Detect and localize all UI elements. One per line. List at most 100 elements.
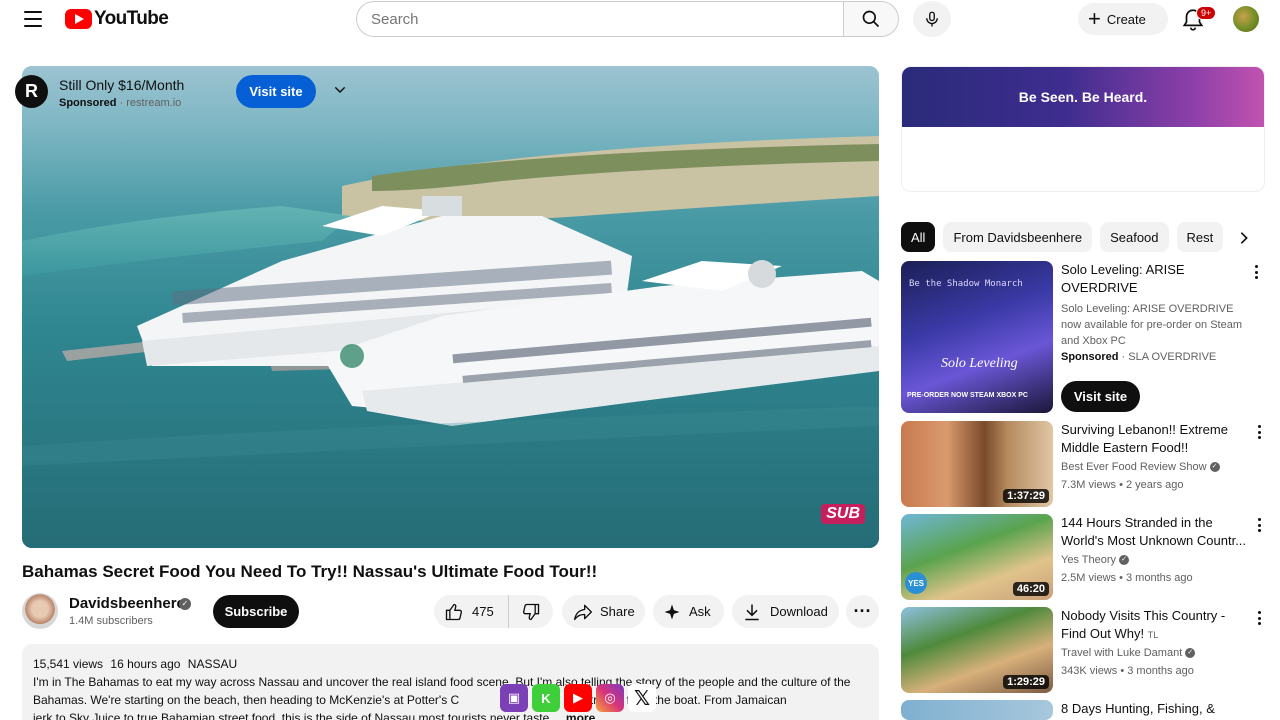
ad-banner[interactable]: Be Seen. Be Heard. [902, 67, 1264, 127]
solo-leveling-logo: Solo Leveling [941, 356, 1018, 371]
video-frame [22, 66, 879, 548]
top-bar: YouTube + Create 9+ [0, 0, 1280, 40]
mic-icon [926, 11, 938, 27]
chip-from-channel[interactable]: From Davidsbeenhere [943, 222, 1093, 252]
rec-stats: 2.5M views • 3 months ago [1061, 572, 1193, 584]
search-input[interactable] [356, 1, 844, 37]
ad-logo[interactable]: R [15, 75, 48, 108]
ask-button[interactable]: Ask [653, 595, 724, 628]
dislike-button[interactable] [509, 595, 553, 628]
sparkle-icon [664, 604, 680, 619]
view-count: 15,541 views [33, 657, 104, 671]
share-button[interactable]: Share [562, 595, 645, 628]
video-duration: 1:37:29 [1003, 489, 1049, 503]
kick-icon: K [532, 684, 560, 712]
channel-name: Best Ever Food Review Show [1061, 461, 1207, 473]
location-tag[interactable]: NASSAU [188, 657, 237, 671]
more-vert-icon[interactable] [1254, 609, 1264, 627]
rec-channel[interactable]: Travel with Luke Damant ✓ [1061, 644, 1247, 662]
channel-name[interactable]: Davidsbeenhere [69, 595, 185, 612]
ad-subtitle: Sponsored · restream.io [59, 97, 182, 109]
video-thumbnail[interactable]: 1:37:29 [901, 421, 1053, 507]
chips-next-button[interactable] [1232, 226, 1256, 250]
video-list-item: 1:37:29 Surviving Lebanon!! Extreme Midd… [901, 421, 1265, 507]
upload-age: 2 years ago [1126, 479, 1184, 491]
description-box[interactable]: 15,541 views 16 hours ago NASSAU I'm in … [22, 644, 879, 720]
ad-title[interactable]: Still Only $16/Month [59, 77, 184, 93]
verified-icon: ✓ [1209, 462, 1220, 473]
ad-visit-site-button[interactable]: Visit site [236, 75, 316, 108]
twitch-icon: ▣ [500, 684, 528, 712]
download-button[interactable]: Download [732, 595, 839, 628]
description-text: I'm in The Bahamas to eat my way across … [33, 673, 868, 720]
view-count: 343K views [1061, 665, 1118, 677]
like-button[interactable]: 475 [434, 595, 509, 628]
rec-sponsor-line: Sponsored · SLA OVERDRIVE [1061, 351, 1217, 363]
upload-age: 3 months ago [1127, 665, 1194, 677]
chip-all[interactable]: All [901, 222, 936, 252]
chevron-down-icon[interactable] [332, 82, 348, 98]
rec-stats: 7.3M views • 2 years ago [1061, 479, 1184, 491]
subscribe-watermark[interactable]: SUB [821, 504, 865, 524]
chevron-right-icon [1240, 232, 1248, 244]
share-icon [574, 604, 592, 620]
plus-icon: + [1088, 6, 1101, 31]
show-more-link[interactable]: ...more [556, 711, 595, 720]
channel-name: Yes Theory [1061, 554, 1117, 566]
search-button[interactable] [843, 1, 899, 37]
video-list-item: 8 Days Hunting, Fishing, & [901, 700, 1265, 720]
more-vert-icon[interactable] [1254, 516, 1264, 534]
rec-channel[interactable]: Best Ever Food Review Show ✓ [1061, 458, 1247, 476]
sponsored-label: Sponsored [59, 97, 117, 109]
account-avatar[interactable] [1233, 6, 1259, 32]
view-count: 2.5M views [1061, 572, 1117, 584]
like-dislike-group: 475 [434, 595, 553, 628]
notification-badge: 9+ [1196, 6, 1217, 20]
thumbs-down-icon [522, 603, 540, 620]
search-icon [862, 10, 880, 28]
description-meta: 15,541 views 16 hours ago NASSAU [33, 655, 868, 673]
upload-age: 16 hours ago [110, 657, 181, 671]
channel-name: Travel with Luke Damant [1061, 647, 1183, 659]
sponsored-thumbnail[interactable]: Be the Shadow Monarch Solo Leveling PRE-… [901, 261, 1053, 413]
video-thumbnail[interactable] [901, 700, 1053, 720]
rec-title[interactable]: 144 Hours Stranded in the World's Most U… [1061, 514, 1247, 550]
create-label: Create [1106, 11, 1146, 27]
more-vert-icon[interactable] [1254, 423, 1264, 441]
thumb-caption: Be the Shadow Monarch [909, 279, 1023, 289]
rec-stats: 343K views • 3 months ago [1061, 665, 1194, 677]
more-vert-icon[interactable] [1251, 263, 1261, 281]
rec-description: Solo Leveling: ARISE OVERDRIVE now avail… [1061, 303, 1242, 347]
logo-text: YouTube [94, 8, 169, 29]
subscriber-count: 1.4M subscribers [69, 615, 153, 627]
video-thumbnail[interactable]: 1:29:29 [901, 607, 1053, 693]
x-icon: 𝕏 [628, 684, 656, 712]
subscribe-button[interactable]: Subscribe [213, 595, 299, 628]
voice-search-button[interactable] [913, 1, 951, 37]
rec-channel[interactable]: Yes Theory ✓ [1061, 551, 1247, 569]
rec-title-text: Nobody Visits This Country - Find Out Wh… [1061, 608, 1226, 641]
rec-title[interactable]: Solo Leveling: ARISE OVERDRIVE [1061, 261, 1247, 297]
menu-icon[interactable] [22, 9, 44, 29]
instagram-icon: ◎ [596, 684, 624, 712]
video-duration: 1:29:29 [1003, 675, 1049, 689]
more-actions-button[interactable]: ··· [846, 595, 879, 628]
video-player[interactable]: SUB [22, 66, 879, 548]
channel-avatar[interactable] [22, 593, 58, 629]
more-horizontal-icon: ··· [853, 601, 872, 621]
sponsored-ad-card: Be Seen. Be Heard. [901, 66, 1265, 192]
sponsored-video-item: Be the Shadow Monarch Solo Leveling PRE-… [901, 261, 1265, 413]
rec-title[interactable]: 8 Days Hunting, Fishing, & [1061, 700, 1247, 718]
rec-title[interactable]: Surviving Lebanon!! Extreme Middle Easte… [1061, 421, 1247, 457]
chip-rest[interactable]: Rest [1176, 222, 1224, 252]
rec-visit-site-button[interactable]: Visit site [1061, 381, 1140, 412]
create-button[interactable]: + Create [1078, 3, 1168, 35]
rec-title[interactable]: Nobody Visits This Country - Find Out Wh… [1061, 607, 1247, 643]
ad-domain: restream.io [126, 97, 182, 109]
like-count: 475 [472, 604, 494, 619]
video-list-item: 1:29:29 Nobody Visits This Country - Fin… [901, 607, 1265, 693]
video-thumbnail[interactable]: YES 46:20 [901, 514, 1053, 600]
chip-seafood[interactable]: Seafood [1100, 222, 1169, 252]
youtube-logo[interactable]: YouTube [65, 8, 169, 30]
rec-title-suffix: TL [1147, 630, 1159, 640]
